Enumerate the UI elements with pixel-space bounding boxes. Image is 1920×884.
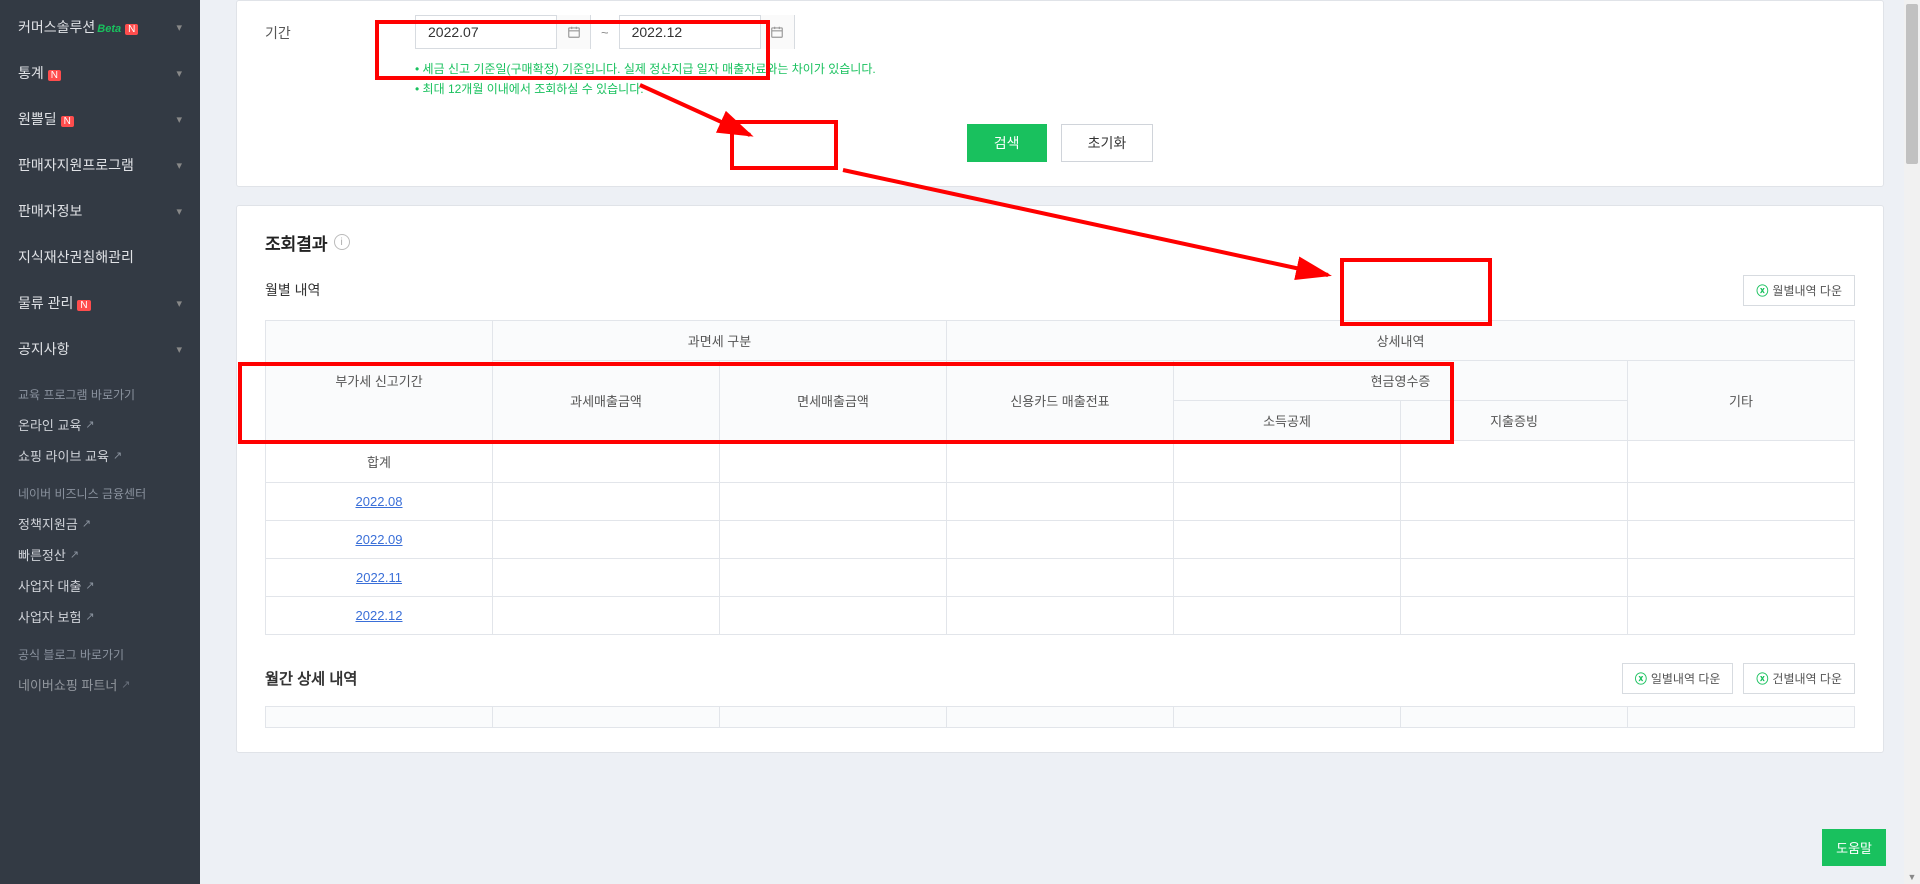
month-link[interactable]: 2022.08 [356,494,403,509]
month-link[interactable]: 2022.12 [356,608,403,623]
external-icon: ↗ [85,579,94,592]
sidebar-link-biz-ins[interactable]: 사업자 보험↗ [0,601,200,632]
sidebar-section-finance: 네이버 비즈니스 금융센터 [0,471,200,508]
result-title: 조회결과 i [265,230,1855,255]
date-to[interactable] [619,15,795,49]
sidebar-section-edu: 교육 프로그램 바로가기 [0,372,200,409]
note-line: 최대 12개월 이내에서 조회하실 수 있습니다. [415,79,1855,99]
scrollbar-thumb[interactable] [1906,4,1918,164]
search-card: 기간 ~ [236,0,1884,187]
monthly-title: 월별 내역 [265,280,320,300]
new-badge: N [48,70,61,81]
scroll-down-icon[interactable]: ▼ [1904,872,1920,882]
main-content: 기간 ~ [200,0,1920,884]
new-badge: N [77,300,90,311]
download-daily-button[interactable]: ⓧ 일별내역 다운 [1622,663,1734,694]
sidebar-section-blog: 공식 블로그 바로가기 [0,632,200,669]
col-taxable: 과세매출금액 [493,360,720,440]
reset-button[interactable]: 초기화 [1061,124,1154,162]
external-icon: ↗ [121,678,130,691]
new-badge: N [125,24,138,35]
calendar-icon[interactable] [556,15,590,49]
help-button[interactable]: 도움말 [1822,829,1886,866]
table-row: 2022.09 [266,520,1855,558]
col-card: 신용카드 매출전표 [947,360,1174,440]
sidebar-item-seller-support[interactable]: 판매자지원프로그램 ▾ [0,142,200,188]
col-other: 기타 [1628,360,1855,440]
col-exempt: 면세매출금액 [720,360,947,440]
chevron-down-icon: ▾ [176,21,182,34]
tilde: ~ [601,25,609,40]
info-icon[interactable]: i [334,234,350,250]
chevron-down-icon: ▾ [176,205,182,218]
col-period: 부가세 신고기간 [266,320,493,440]
sidebar-link-biz-loan[interactable]: 사업자 대출↗ [0,570,200,601]
date-range: ~ [415,15,1855,49]
sidebar-item-stats[interactable]: 통계N ▾ [0,50,200,96]
excel-icon: ⓧ [1756,282,1768,299]
sidebar-link-online-edu[interactable]: 온라인 교육↗ [0,409,200,440]
external-icon: ↗ [113,449,122,462]
table-row-total: 합계 [266,440,1855,482]
date-from-input[interactable] [416,24,556,40]
chevron-down-icon: ▾ [176,343,182,356]
result-card: 조회결과 i 월별 내역 ⓧ 월별내역 다운 부가세 신고기간 과면세 구분 상… [236,205,1884,753]
detail-table [265,706,1855,728]
month-link[interactable]: 2022.11 [356,570,402,585]
table-row: 2022.11 [266,558,1855,596]
excel-icon: ⓧ [1635,670,1647,687]
sidebar-link-blog-partner[interactable]: 네이버쇼핑 파트너↗ [0,669,200,700]
col-cashreceipt: 현금영수증 [1174,360,1628,400]
detail-title: 월간 상세 내역 [265,667,357,689]
sidebar-item-commerce[interactable]: 커머스솔루션BetaN ▾ [0,4,200,50]
sidebar-item-seller-info[interactable]: 판매자정보 ▾ [0,188,200,234]
sidebar-link-policy-fund[interactable]: 정책지원금↗ [0,508,200,539]
period-label: 기간 [265,15,415,43]
sidebar-item-logistics[interactable]: 물류 관리N ▾ [0,280,200,326]
download-monthly-button[interactable]: ⓧ 월별내역 다운 [1743,275,1855,306]
calendar-icon[interactable] [760,15,794,49]
sidebar-item-oneplus[interactable]: 원쁠딜N ▾ [0,96,200,142]
external-icon: ↗ [85,418,94,431]
period-notes: 세금 신고 기준일(구매확정) 기준입니다. 실제 정산지급 일자 매출자료와는… [415,59,1855,100]
date-from[interactable] [415,15,591,49]
external-icon: ↗ [70,548,79,561]
col-group-detail: 상세내역 [947,320,1855,360]
external-icon: ↗ [82,517,91,530]
date-to-input[interactable] [620,24,760,40]
download-case-button[interactable]: ⓧ 건별내역 다운 [1743,663,1855,694]
sidebar-link-fast-settle[interactable]: 빠른정산↗ [0,539,200,570]
beta-badge: Beta [97,23,121,35]
col-income: 소득공제 [1174,400,1401,440]
sidebar-item-notice[interactable]: 공지사항 ▾ [0,326,200,372]
search-button[interactable]: 검색 [967,124,1047,162]
sidebar-item-ip[interactable]: 지식재산권침해관리 [0,234,200,280]
col-expense: 지출증빙 [1401,400,1628,440]
table-row: 2022.12 [266,596,1855,634]
monthly-table: 부가세 신고기간 과면세 구분 상세내역 과세매출금액 면세매출금액 신용카드 … [265,320,1855,635]
chevron-down-icon: ▾ [176,113,182,126]
month-link[interactable]: 2022.09 [356,532,403,547]
sidebar: 커머스솔루션BetaN ▾ 통계N ▾ 원쁠딜N ▾ 판매자지원프로그램 ▾ 판… [0,0,200,884]
col-group-taxtype: 과면세 구분 [493,320,947,360]
external-icon: ↗ [85,610,94,623]
cell-total-label: 합계 [266,440,493,482]
sidebar-link-live-edu[interactable]: 쇼핑 라이브 교육↗ [0,440,200,471]
chevron-down-icon: ▾ [176,67,182,80]
table-row: 2022.08 [266,482,1855,520]
note-line: 세금 신고 기준일(구매확정) 기준입니다. 실제 정산지급 일자 매출자료와는… [415,59,1855,79]
scrollbar[interactable]: ▲ ▼ [1904,0,1920,884]
chevron-down-icon: ▾ [176,159,182,172]
excel-icon: ⓧ [1756,670,1768,687]
new-badge: N [61,116,74,127]
chevron-down-icon: ▾ [176,297,182,310]
